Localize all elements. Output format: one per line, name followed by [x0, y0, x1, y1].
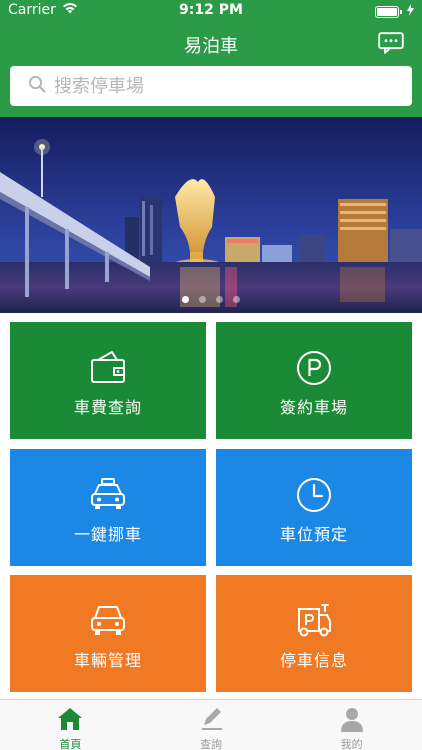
tile-label: 簽約車場 [279, 398, 348, 417]
charging-bolt-icon [407, 4, 414, 20]
space-booking-button[interactable]: 車位預定 [216, 449, 412, 566]
status-time: 9:12 PM [179, 2, 243, 18]
tab-profile[interactable]: 我的 [281, 700, 422, 750]
banner-carousel[interactable] [0, 117, 422, 313]
carousel-dot[interactable] [233, 296, 240, 303]
banner-image [0, 117, 422, 313]
status-right [375, 4, 414, 20]
fee-query-button[interactable]: 車費查詢 [10, 322, 206, 439]
parking-info-icon [216, 603, 412, 639]
status-bar: Carrier 9:12 PM [0, 0, 422, 22]
search-input[interactable] [54, 75, 374, 97]
feature-grid: 車費查詢 簽約車場 一鍵挪車 車位預定 車輛管理 停車信息 [0, 313, 422, 699]
tab-query[interactable]: 查詢 [141, 700, 282, 750]
clock-icon [216, 477, 412, 513]
search-bar[interactable] [10, 66, 412, 106]
parking-icon [216, 350, 412, 386]
user-icon [281, 707, 422, 733]
battery-icon [375, 6, 402, 18]
bottom-tab-bar: 首頁 查詢 我的 [0, 699, 422, 750]
search-icon [28, 75, 46, 97]
carousel-dot[interactable] [182, 296, 189, 303]
chat-bubble-icon[interactable] [378, 32, 404, 54]
tile-label: 一鍵挪車 [73, 525, 142, 544]
home-icon [0, 707, 141, 733]
tab-label: 我的 [340, 738, 363, 750]
tile-label: 車位預定 [279, 525, 348, 544]
contract-parking-button[interactable]: 簽約車場 [216, 322, 412, 439]
taxi-icon [10, 477, 206, 513]
app-header: 易泊車 [0, 22, 422, 117]
tile-label: 車費查詢 [73, 398, 142, 417]
tab-home[interactable]: 首頁 [0, 700, 141, 750]
carousel-dot[interactable] [216, 296, 223, 303]
car-icon [10, 603, 206, 639]
move-car-button[interactable]: 一鍵挪車 [10, 449, 206, 566]
tile-label: 停車信息 [279, 651, 348, 670]
tab-label: 查詢 [200, 738, 222, 750]
carousel-dot[interactable] [199, 296, 206, 303]
parking-info-button[interactable]: 停車信息 [216, 575, 412, 692]
carousel-indicator [0, 296, 422, 303]
pencil-icon [141, 707, 282, 733]
page-title: 易泊車 [184, 36, 238, 57]
vehicle-management-button[interactable]: 車輛管理 [10, 575, 206, 692]
tab-label: 首頁 [59, 738, 82, 750]
wallet-icon [10, 350, 206, 386]
tile-label: 車輛管理 [73, 651, 142, 670]
